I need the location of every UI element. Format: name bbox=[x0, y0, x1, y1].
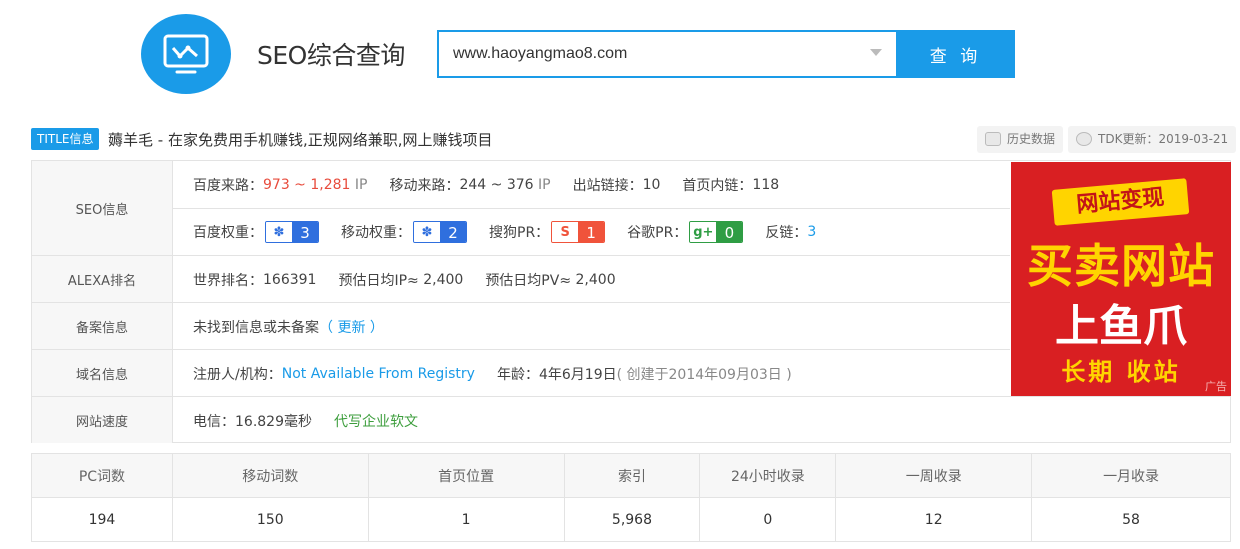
refresh-icon bbox=[1076, 132, 1092, 146]
domain-row: 域名信息 注册人/机构： Not Available From Registry… bbox=[32, 349, 1010, 396]
tdk-update-button[interactable]: TDK更新：2019-03-21 bbox=[1068, 126, 1237, 153]
search-button[interactable]: 查 询 bbox=[896, 30, 1015, 78]
col-pc-words: PC词数 bbox=[31, 453, 173, 498]
month-value[interactable]: 58 bbox=[1031, 497, 1231, 542]
baidu-traffic-value: 973 ~ 1,281 bbox=[263, 176, 351, 193]
24h-value[interactable]: 0 bbox=[699, 497, 837, 542]
index-value[interactable]: 5,968 bbox=[563, 497, 701, 542]
beian-update-link[interactable]: （ 更新 ） bbox=[319, 317, 384, 337]
google-pr-label: 谷歌PR： bbox=[627, 224, 688, 241]
app-title: SEO综合查询 bbox=[257, 41, 405, 70]
col-24h: 24小时收录 bbox=[699, 453, 837, 498]
search-input[interactable] bbox=[439, 32, 896, 76]
beian-text: 未找到信息或未备案 bbox=[193, 319, 319, 336]
domain-label: 域名信息 bbox=[32, 350, 173, 396]
first-page-value[interactable]: 1 bbox=[367, 497, 565, 542]
daily-ip-label: 预估日均IP≈ bbox=[338, 272, 419, 289]
title-info-badge: TITLE信息 bbox=[31, 128, 100, 150]
backlink-value[interactable]: 3 bbox=[807, 224, 816, 240]
ip-unit: IP bbox=[354, 176, 368, 193]
seo-info-panel: SEO信息 百度来路： 973 ~ 1,281 IP 移动来路： 244 ~ 3… bbox=[31, 160, 1231, 443]
col-mobile-words: 移动词数 bbox=[171, 453, 369, 498]
ad-mid-text: 上鱼爪 bbox=[1055, 301, 1187, 352]
mobile-weight-label: 移动权重： bbox=[341, 224, 411, 241]
sogou-pr-label: 搜狗PR： bbox=[489, 224, 550, 241]
age-value: 4年6月19日 bbox=[538, 366, 617, 383]
daily-pv-value: 2,400 bbox=[575, 271, 616, 288]
week-value[interactable]: 12 bbox=[835, 497, 1033, 542]
backlink-label: 反链： bbox=[765, 224, 808, 241]
tdk-label: TDK更新：2019-03-21 bbox=[1098, 132, 1229, 146]
mobile-traffic-value: 244 ~ 376 bbox=[459, 176, 534, 193]
speed-line: 电信：16.829毫秒 代写企业软文 bbox=[193, 397, 1230, 444]
ad-tag: 广告 bbox=[1205, 380, 1227, 393]
ad-big-text: 买卖网站 bbox=[1027, 239, 1215, 293]
speed-label: 网站速度 bbox=[32, 397, 173, 443]
world-rank-label: 世界排名： bbox=[193, 272, 263, 289]
ip-unit-2: IP bbox=[538, 176, 551, 193]
weight-line: 百度权重： ✽ 3 移动权重： ✽ 2 搜狗PR： S 1 谷歌PR： g+ 0… bbox=[193, 208, 1010, 255]
alexa-line: 世界排名： 166391 预估日均IP≈ 2,400 预估日均PV≈ 2,400 bbox=[193, 256, 1010, 303]
seo-label: SEO信息 bbox=[32, 161, 173, 255]
outbound-label: 出站链接： bbox=[572, 177, 643, 194]
baidu-paw-icon: ✽ bbox=[266, 221, 292, 242]
beian-label: 备案信息 bbox=[32, 303, 173, 349]
daily-pv-label: 预估日均PV≈ bbox=[485, 272, 572, 289]
baidu-weight-label: 百度权重： bbox=[193, 224, 263, 241]
daily-ip-value: 2,400 bbox=[423, 271, 464, 288]
table-row: 194 150 1 5,968 0 12 58 bbox=[31, 497, 1231, 542]
baidu-paw-icon-2: ✽ bbox=[414, 221, 440, 242]
ad-bottom-text: 长期 收站 bbox=[1061, 358, 1181, 386]
ad-headline: 网站变现 bbox=[1051, 178, 1190, 226]
google-plus-icon: g+ bbox=[690, 221, 717, 242]
page: SEO综合查询 查 询 TITLE信息 薅羊毛 - 在家免费用手机赚钱,正规网络… bbox=[0, 0, 1240, 549]
world-rank-value: 166391 bbox=[263, 271, 317, 288]
baidu-weight-badge[interactable]: ✽ 3 bbox=[265, 220, 319, 243]
internal-link-label: 首页内链： bbox=[682, 177, 753, 194]
seo-row: SEO信息 百度来路： 973 ~ 1,281 IP 移动来路： 244 ~ 3… bbox=[32, 161, 1010, 255]
chart-monitor-icon bbox=[163, 34, 209, 74]
col-week: 一周收录 bbox=[835, 453, 1033, 498]
mobile-weight-badge[interactable]: ✽ 2 bbox=[413, 220, 467, 243]
domain-line: 注册人/机构： Not Available From Registry 年龄： … bbox=[193, 350, 1010, 397]
table-header-row: PC词数 移动词数 首页位置 索引 24小时收录 一周收录 一月收录 bbox=[31, 453, 1231, 498]
google-pr-badge[interactable]: g+ 0 bbox=[689, 220, 744, 243]
registrant-link[interactable]: Not Available From Registry bbox=[282, 366, 475, 382]
alexa-row: ALEXA排名 世界排名： 166391 预估日均IP≈ 2,400 预估日均P… bbox=[32, 255, 1010, 302]
col-month: 一月收录 bbox=[1031, 453, 1231, 498]
age-label: 年龄： bbox=[496, 366, 539, 383]
site-title: 薅羊毛 - 在家免费用手机赚钱,正规网络兼职,网上赚钱项目 bbox=[108, 131, 493, 149]
speed-row: 网站速度 电信：16.829毫秒 代写企业软文 bbox=[32, 396, 1230, 443]
outbound-value[interactable]: 10 bbox=[643, 177, 661, 193]
pc-words-value[interactable]: 194 bbox=[31, 497, 173, 542]
mobile-traffic-label: 移动来路： bbox=[389, 177, 460, 194]
history-icon bbox=[985, 132, 1001, 146]
col-index: 索引 bbox=[563, 453, 701, 498]
dropdown-caret-icon[interactable] bbox=[870, 49, 882, 56]
telecom-speed: 电信：16.829毫秒 bbox=[193, 413, 312, 430]
registrant-label: 注册人/机构： bbox=[193, 366, 282, 383]
soft-article-link[interactable]: 代写企业软文 bbox=[334, 411, 418, 431]
mobile-words-value[interactable]: 150 bbox=[171, 497, 369, 542]
alexa-label: ALEXA排名 bbox=[32, 256, 173, 302]
col-first-page: 首页位置 bbox=[367, 453, 565, 498]
history-label: 历史数据 bbox=[1007, 132, 1056, 146]
logo[interactable] bbox=[141, 14, 231, 94]
history-data-button[interactable]: 历史数据 bbox=[977, 126, 1064, 153]
search-box bbox=[437, 30, 896, 78]
internal-link-value[interactable]: 118 bbox=[752, 177, 779, 193]
sogou-icon: S bbox=[552, 221, 579, 242]
sogou-pr-badge[interactable]: S 1 bbox=[551, 220, 606, 243]
created-date: ( 创建于2014年09月03日 ) bbox=[616, 366, 792, 383]
traffic-line: 百度来路： 973 ~ 1,281 IP 移动来路： 244 ~ 376 IP … bbox=[193, 161, 1010, 208]
beian-row: 备案信息 未找到信息或未备案 （ 更新 ） bbox=[32, 302, 1010, 349]
ad-banner[interactable]: 网站变现 买卖网站 上鱼爪 长期 收站 广告 bbox=[1011, 162, 1231, 396]
baidu-traffic-label: 百度来路： bbox=[193, 177, 263, 194]
beian-line: 未找到信息或未备案 （ 更新 ） bbox=[193, 303, 1010, 350]
keyword-stats-table: PC词数 移动词数 首页位置 索引 24小时收录 一周收录 一月收录 194 1… bbox=[31, 453, 1231, 542]
